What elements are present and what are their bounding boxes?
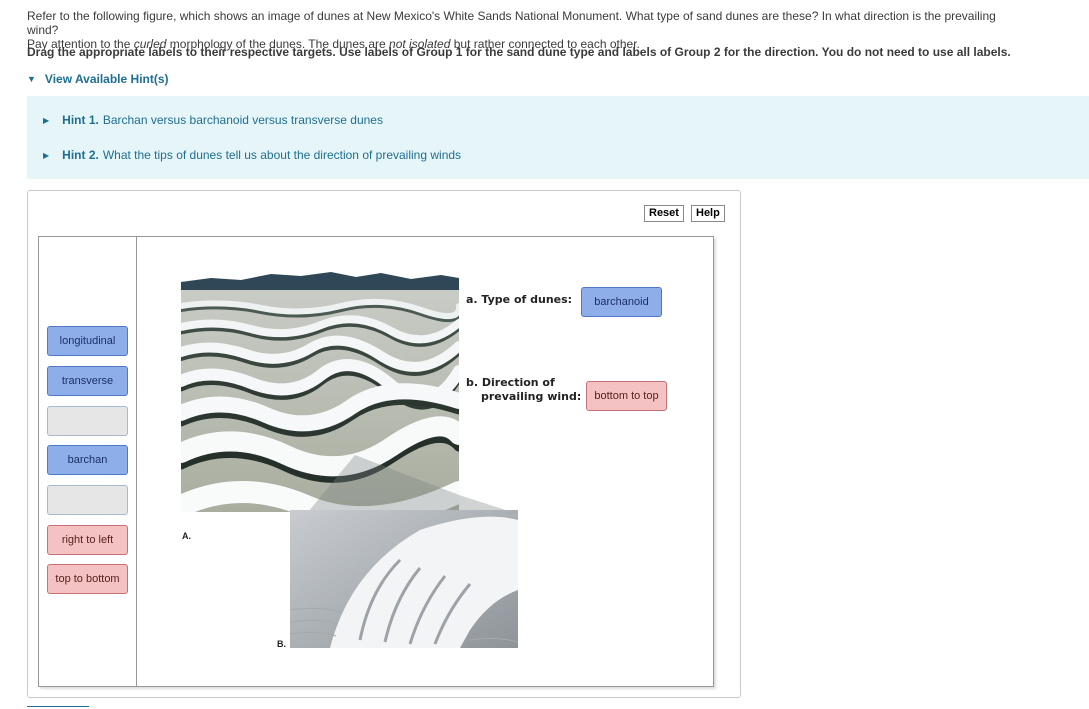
work-area: longitudinal transverse barchan right to… bbox=[38, 236, 714, 687]
hint-2-number: Hint 2. bbox=[62, 148, 99, 162]
hint-1[interactable]: ▶ Hint 1. Barchan versus barchanoid vers… bbox=[43, 113, 383, 127]
hint-2[interactable]: ▶ Hint 2. What the tips of dunes tell us… bbox=[43, 148, 461, 162]
question-line-1: Refer to the following figure, which sho… bbox=[27, 9, 996, 37]
target-a-prompt: a. Type of dunes: bbox=[466, 293, 573, 306]
target-b-dropzone[interactable]: bottom to top bbox=[586, 381, 667, 411]
target-b-prompt-line2: prevailing wind: bbox=[481, 390, 582, 403]
caret-right-icon: ▶ bbox=[43, 150, 50, 160]
instructions: Drag the appropriate labels to their res… bbox=[27, 45, 1011, 59]
figure-label-a: A. bbox=[182, 531, 191, 541]
hint-1-text: Barchan versus barchanoid versus transve… bbox=[102, 113, 383, 127]
reset-button[interactable]: Reset bbox=[644, 205, 684, 222]
hints-panel: ▶ Hint 1. Barchan versus barchanoid vers… bbox=[27, 96, 1089, 179]
target-a-dropzone[interactable]: barchanoid bbox=[581, 287, 662, 317]
drag-drop-container: Reset Help longitudinal transverse barch… bbox=[27, 190, 741, 698]
hint-2-text: What the tips of dunes tell us about the… bbox=[102, 148, 462, 162]
caret-down-icon: ▼ bbox=[27, 74, 36, 84]
figure-label-b: B. bbox=[277, 639, 286, 649]
target-b-prompt-line1: b. Direction of bbox=[466, 376, 555, 389]
dune-closeup-photo bbox=[290, 510, 518, 648]
help-button[interactable]: Help bbox=[691, 205, 725, 222]
hint-1-number: Hint 1. bbox=[62, 113, 99, 127]
view-hints-label: View Available Hint(s) bbox=[44, 72, 169, 86]
caret-right-icon: ▶ bbox=[43, 115, 50, 125]
target-b-prompt: b. Direction of prevailing wind: bbox=[466, 376, 581, 404]
view-hints-toggle[interactable]: ▼ View Available Hint(s) bbox=[27, 72, 169, 86]
